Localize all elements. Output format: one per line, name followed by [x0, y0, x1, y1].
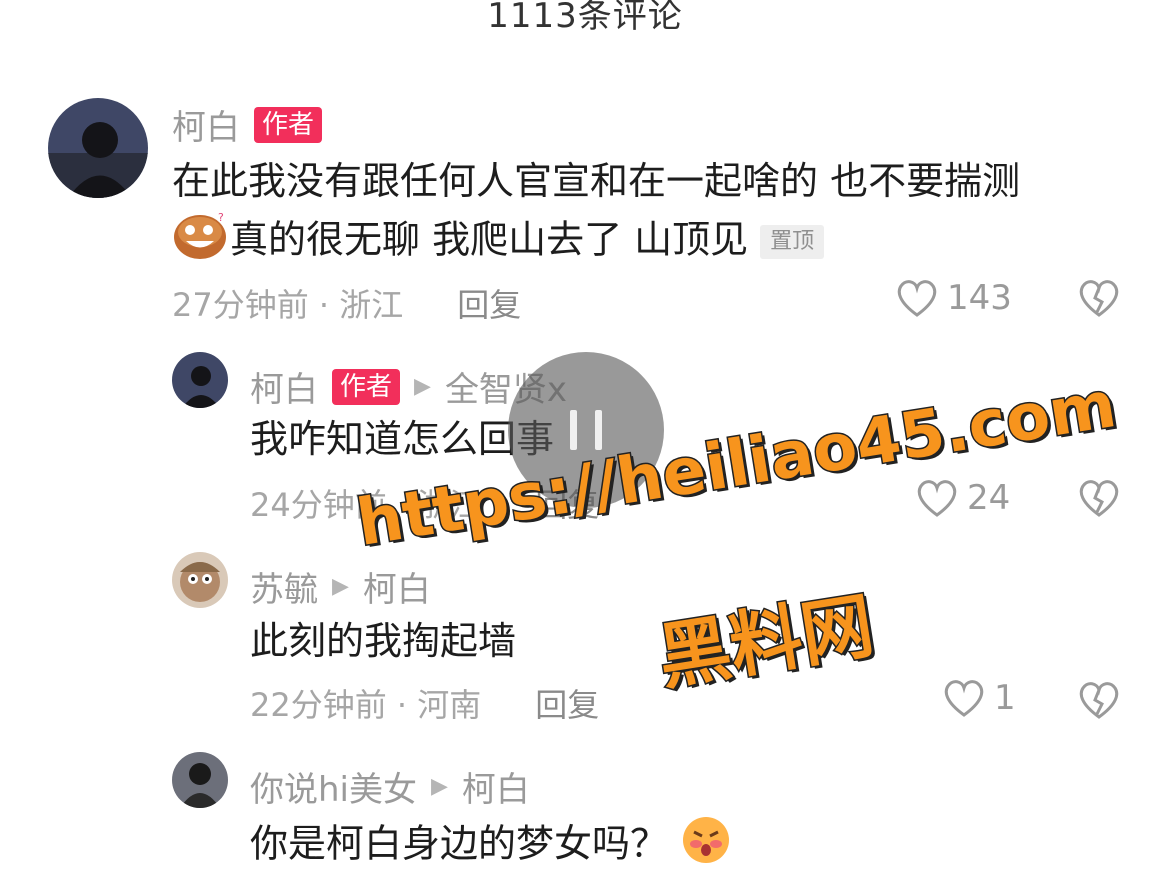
like-count: 1	[994, 678, 1016, 718]
comment-meta: 27分钟前 · 浙江 回复	[172, 280, 521, 326]
author-name[interactable]: 柯白	[172, 100, 240, 149]
comment-text-line: 你是柯白身边的梦女吗？	[250, 814, 732, 878]
heart-icon	[917, 480, 957, 517]
comment-count-title: 1113条评论	[487, 0, 683, 36]
reply-button[interactable]: 回复	[535, 686, 599, 724]
broken-heart-icon[interactable]	[1077, 680, 1121, 720]
like-button[interactable]: 1	[942, 678, 1016, 718]
pause-icon	[570, 410, 577, 450]
reply-target[interactable]: 柯白	[462, 762, 530, 811]
comment-text: 此刻的我掏起墙	[250, 619, 517, 663]
like-button[interactable]: 24	[915, 478, 1010, 518]
comment-author: 你说hi美女 ▶ 柯白	[250, 762, 530, 811]
author-badge: 作者	[254, 106, 323, 143]
avatar[interactable]	[172, 552, 228, 608]
like-count: 143	[947, 278, 1012, 318]
comment-text-line-2: ? 真的很无聊 我爬山去了 山顶见 置顶	[172, 210, 825, 274]
author-name[interactable]: 苏毓	[250, 562, 318, 611]
heart-icon	[944, 680, 984, 717]
avatar[interactable]	[172, 352, 228, 408]
avatar[interactable]	[48, 98, 148, 198]
pinned-badge: 置顶	[760, 225, 825, 259]
comment-time: 27分钟前 · 浙江	[172, 286, 404, 324]
reply-arrow-icon: ▶	[414, 374, 431, 399]
like-button[interactable]: 143	[895, 278, 1012, 318]
comment-author: 苏毓 ▶ 柯白	[250, 562, 431, 611]
comment-text-line: 在此我没有跟任何人官宣和在一起啥的 也不要揣测	[172, 159, 1021, 203]
watermark-site-name: 黑料网	[651, 581, 880, 701]
laughing-emoji-icon: ?	[172, 210, 230, 274]
heart-icon	[897, 280, 937, 317]
broken-heart-icon[interactable]	[1077, 478, 1121, 518]
like-count: 24	[967, 478, 1011, 518]
comment-time: 22分钟前 · 河南	[250, 686, 482, 724]
pouting-emoji-icon	[680, 814, 732, 878]
author-name[interactable]: 你说hi美女	[250, 762, 417, 811]
reply-arrow-icon: ▶	[332, 574, 349, 599]
reply-target[interactable]: 柯白	[363, 562, 431, 611]
comment-text-content: 真的很无聊 我爬山去了 山顶见	[230, 217, 749, 262]
avatar[interactable]	[172, 752, 228, 808]
comment-text-content: 你是柯白身边的梦女吗？	[250, 821, 669, 866]
broken-heart-icon[interactable]	[1077, 278, 1121, 318]
reply-arrow-icon: ▶	[431, 774, 448, 799]
svg-text:?: ?	[218, 211, 224, 224]
author-badge: 作者	[332, 368, 401, 405]
comment-author: 柯白 作者	[172, 100, 323, 149]
comment-meta: 22分钟前 · 河南 回复	[250, 680, 599, 726]
author-name[interactable]: 柯白	[250, 362, 318, 411]
reply-button[interactable]: 回复	[457, 286, 521, 324]
pause-icon	[595, 410, 602, 450]
